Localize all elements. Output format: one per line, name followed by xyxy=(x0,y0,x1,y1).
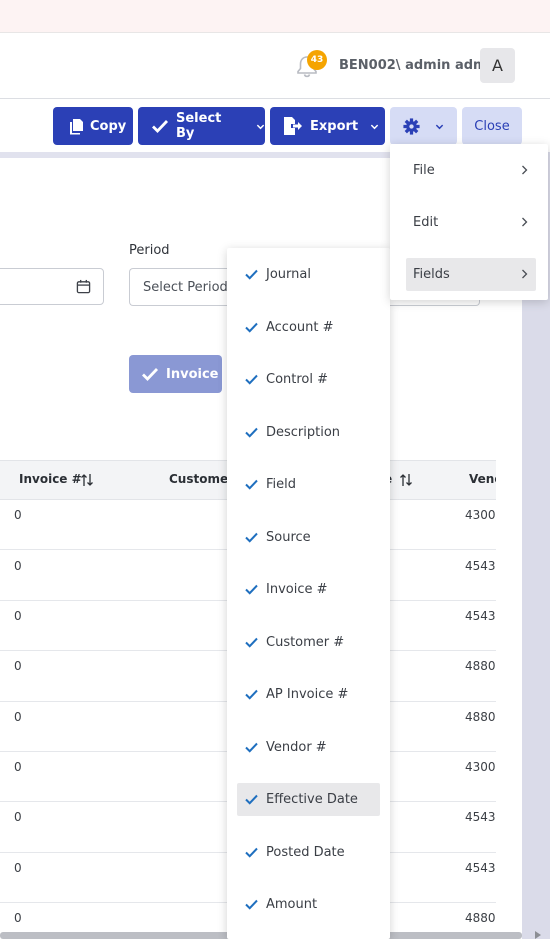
copy-icon xyxy=(67,117,85,135)
column-header-invoice-label: Invoice # xyxy=(19,472,82,486)
cell-vendor: 48800 xyxy=(465,710,496,724)
check-icon xyxy=(245,847,258,858)
check-icon xyxy=(245,794,258,805)
cell-vendor: 48800 xyxy=(465,659,496,673)
column-header-customer[interactable]: Customer xyxy=(169,472,234,486)
field-item-label: Effective Date xyxy=(266,792,358,807)
chevron-right-icon xyxy=(521,165,528,175)
export-button[interactable]: Export xyxy=(270,107,385,145)
cell-invoice: 0 xyxy=(14,508,22,522)
top-notice-strip xyxy=(0,0,550,33)
chevron-right-icon xyxy=(521,217,528,227)
field-item-amount[interactable]: Amount xyxy=(237,888,380,921)
field-item-control[interactable]: Control # xyxy=(237,363,380,396)
gear-icon xyxy=(402,117,421,136)
check-icon xyxy=(245,689,258,700)
select-by-button[interactable]: Select By xyxy=(138,107,265,145)
select-by-label: Select By xyxy=(176,111,222,141)
user-name[interactable]: BEN002\ admin admin xyxy=(339,58,500,73)
check-icon xyxy=(245,637,258,648)
field-item-label: Field xyxy=(266,477,297,492)
close-button[interactable]: Close xyxy=(462,107,522,145)
period-select[interactable]: Select Period xyxy=(129,268,229,306)
cell-vendor: 45430 xyxy=(465,810,496,824)
cell-invoice: 0 xyxy=(14,659,22,673)
notification-count-badge: 43 xyxy=(307,50,327,70)
cell-invoice: 0 xyxy=(14,760,22,774)
check-icon xyxy=(245,374,258,385)
check-icon xyxy=(141,366,159,382)
invoice-button[interactable]: Invoice xyxy=(129,355,222,393)
cell-vendor: 48800 xyxy=(465,911,496,925)
check-icon xyxy=(245,532,258,543)
check-icon xyxy=(245,322,258,333)
menu-item-label: File xyxy=(413,163,435,178)
chevron-down-icon xyxy=(370,122,379,131)
field-item-label: Description xyxy=(266,425,341,440)
menu-item-fields[interactable]: Fields xyxy=(406,258,536,291)
period-label: Period xyxy=(129,243,170,258)
check-icon xyxy=(245,899,258,910)
check-icon xyxy=(151,117,169,135)
column-header-vendor[interactable]: Venc xyxy=(469,472,496,486)
field-item-invoice[interactable]: Invoice # xyxy=(237,573,380,606)
export-file-icon xyxy=(282,116,304,136)
field-item-label: Posted Date xyxy=(266,845,345,860)
menu-item-file[interactable]: File xyxy=(406,154,536,187)
cell-invoice: 0 xyxy=(14,861,22,875)
field-item-account[interactable]: Account # xyxy=(237,311,380,344)
cell-invoice: 0 xyxy=(14,710,22,724)
settings-menu-button[interactable] xyxy=(390,107,457,145)
calendar-icon[interactable] xyxy=(76,279,91,294)
field-item-ap-invoice[interactable]: AP Invoice # xyxy=(237,678,380,711)
field-item-vendor[interactable]: Vendor # xyxy=(237,731,380,764)
field-item-label: Invoice # xyxy=(266,582,328,597)
field-item-label: Account # xyxy=(266,320,334,335)
menu-item-edit[interactable]: Edit xyxy=(406,206,536,239)
chevron-down-icon xyxy=(256,122,265,131)
cell-vendor: 45430 xyxy=(465,861,496,875)
scroll-right-arrow-icon[interactable] xyxy=(535,931,541,939)
field-item-description[interactable]: Description xyxy=(237,416,380,449)
menu-item-label: Fields xyxy=(413,267,450,282)
cell-invoice: 0 xyxy=(14,559,22,573)
cell-invoice: 0 xyxy=(14,810,22,824)
field-item-effective-date[interactable]: Effective Date xyxy=(237,783,380,816)
check-icon xyxy=(245,479,258,490)
field-item-source[interactable]: Source xyxy=(237,521,380,554)
field-item-label: Amount xyxy=(266,897,318,912)
field-item-label: Control # xyxy=(266,372,329,387)
copy-button[interactable]: Copy xyxy=(53,107,133,145)
avatar[interactable]: A xyxy=(480,48,515,83)
column-header-invoice[interactable]: Invoice # xyxy=(19,472,82,486)
sort-icon[interactable] xyxy=(399,473,413,487)
cell-invoice: 0 xyxy=(14,609,22,623)
field-item-label: Journal xyxy=(266,267,311,282)
copy-label: Copy xyxy=(90,118,127,134)
export-label: Export xyxy=(310,118,359,134)
cell-vendor: 45430 xyxy=(465,559,496,573)
cell-invoice: 0 xyxy=(14,911,22,925)
chevron-right-icon xyxy=(521,269,528,279)
check-icon xyxy=(245,584,258,595)
check-icon xyxy=(245,427,258,438)
cell-vendor: 4300 xyxy=(465,508,496,522)
field-item-label: Source xyxy=(266,530,311,545)
field-item-label: AP Invoice # xyxy=(266,687,349,702)
field-item-posted-date[interactable]: Posted Date xyxy=(237,836,380,869)
field-item-customer[interactable]: Customer # xyxy=(237,626,380,659)
cell-vendor: 45430 xyxy=(465,609,496,623)
field-item-field[interactable]: Field xyxy=(237,468,380,501)
menu-item-label: Edit xyxy=(413,215,439,230)
cell-vendor: 4300 xyxy=(465,760,496,774)
check-icon xyxy=(245,742,258,753)
chevron-down-icon xyxy=(435,122,444,131)
field-item-journal[interactable]: Journal xyxy=(237,258,380,291)
field-item-label: Vendor # xyxy=(266,740,327,755)
sort-icon[interactable] xyxy=(80,473,94,487)
invoice-button-label: Invoice xyxy=(166,366,219,382)
field-item-label: Customer # xyxy=(266,635,345,650)
check-icon xyxy=(245,269,258,280)
